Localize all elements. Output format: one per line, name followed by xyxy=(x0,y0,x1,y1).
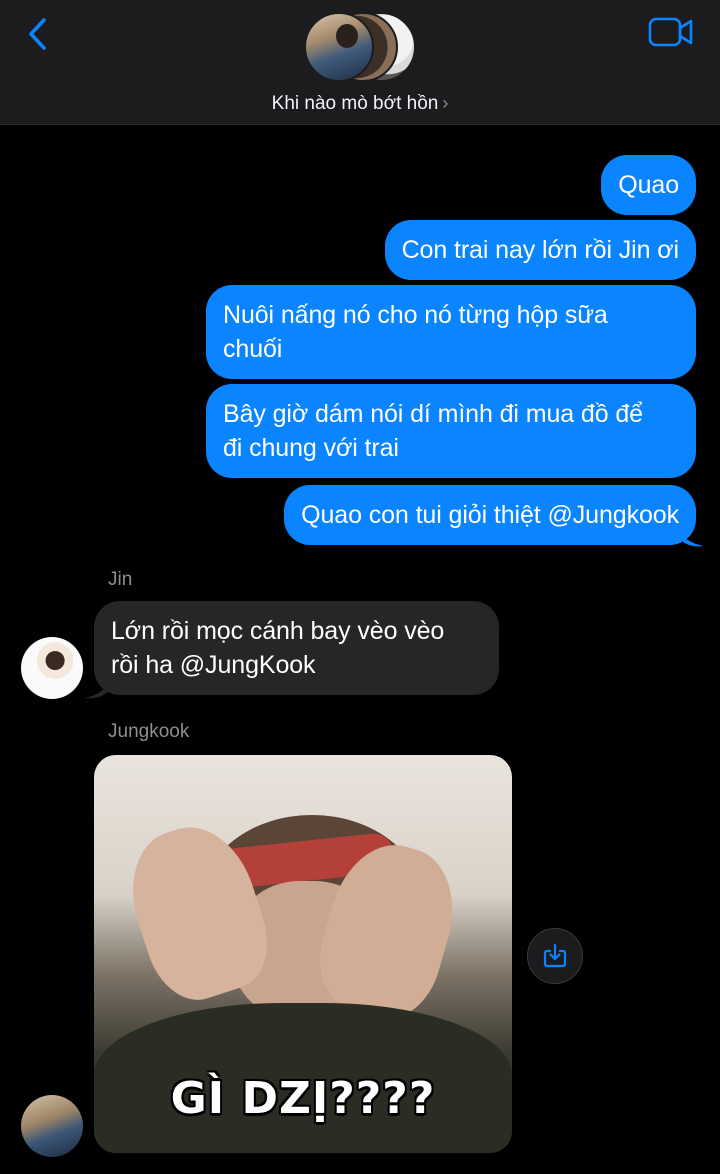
chat-header: Khi nào mò bớt hồn › xyxy=(0,0,720,125)
message-text-line: Bây giờ dám nói dí mình đi mua đồ để xyxy=(223,400,643,428)
outgoing-message[interactable]: Quao xyxy=(601,155,696,215)
message-text-line: đi chung với trai xyxy=(223,434,399,462)
message-text-line: Nuôi nấng nó cho nó từng hộp sữa xyxy=(223,301,608,329)
message-text-line: rồi ha @JungKook xyxy=(111,651,316,679)
sender-name: Jungkook xyxy=(108,721,190,742)
chat-screen: Khi nào mò bớt hồn › Quao Con trai nay lớ… xyxy=(0,0,720,1174)
bubble-tail xyxy=(84,678,110,699)
save-download-icon xyxy=(543,943,567,968)
video-camera-icon xyxy=(648,17,693,47)
outgoing-message[interactable]: Con trai nay lớn rồi Jin ơi xyxy=(384,220,696,280)
incoming-message[interactable]: Lớn rồi mọc cánh bay vèo vèo rồi ha @Jun… xyxy=(94,601,499,695)
image-message[interactable]: GÌ DZỊ???? xyxy=(94,755,512,1153)
message-text: Quao xyxy=(618,171,679,199)
avatar[interactable] xyxy=(21,1095,83,1157)
group-title[interactable]: Khi nào mò bớt hồn › xyxy=(0,93,720,115)
chevron-left-icon xyxy=(29,18,46,50)
meme-caption: GÌ DZỊ???? xyxy=(170,1073,436,1124)
outgoing-message[interactable]: Bây giờ dám nói dí mình đi mua đồ để đi … xyxy=(206,384,696,478)
outgoing-message[interactable]: Quao con tui giỏi thiệt @Jungkook xyxy=(284,485,696,545)
message-text-line: Lớn rồi mọc cánh bay vèo vèo xyxy=(111,617,445,645)
message-text: Con trai nay lớn rồi Jin ơi xyxy=(401,236,680,264)
video-call-button[interactable] xyxy=(648,16,694,48)
group-avatars[interactable] xyxy=(304,12,416,84)
chevron-right-icon: › xyxy=(442,93,449,113)
sender-name: Jin xyxy=(108,569,133,590)
message-text-line: chuối xyxy=(223,335,283,363)
save-image-button[interactable] xyxy=(527,928,583,984)
avatar xyxy=(304,12,374,82)
bubble-tail xyxy=(678,526,704,547)
group-name: Khi nào mò bớt hồn xyxy=(271,93,439,114)
avatar[interactable] xyxy=(21,637,83,699)
back-button[interactable] xyxy=(22,14,56,54)
outgoing-message[interactable]: Nuôi nấng nó cho nó từng hộp sữa chuối xyxy=(206,285,696,379)
message-text: Quao con tui giỏi thiệt @Jungkook xyxy=(301,501,679,529)
